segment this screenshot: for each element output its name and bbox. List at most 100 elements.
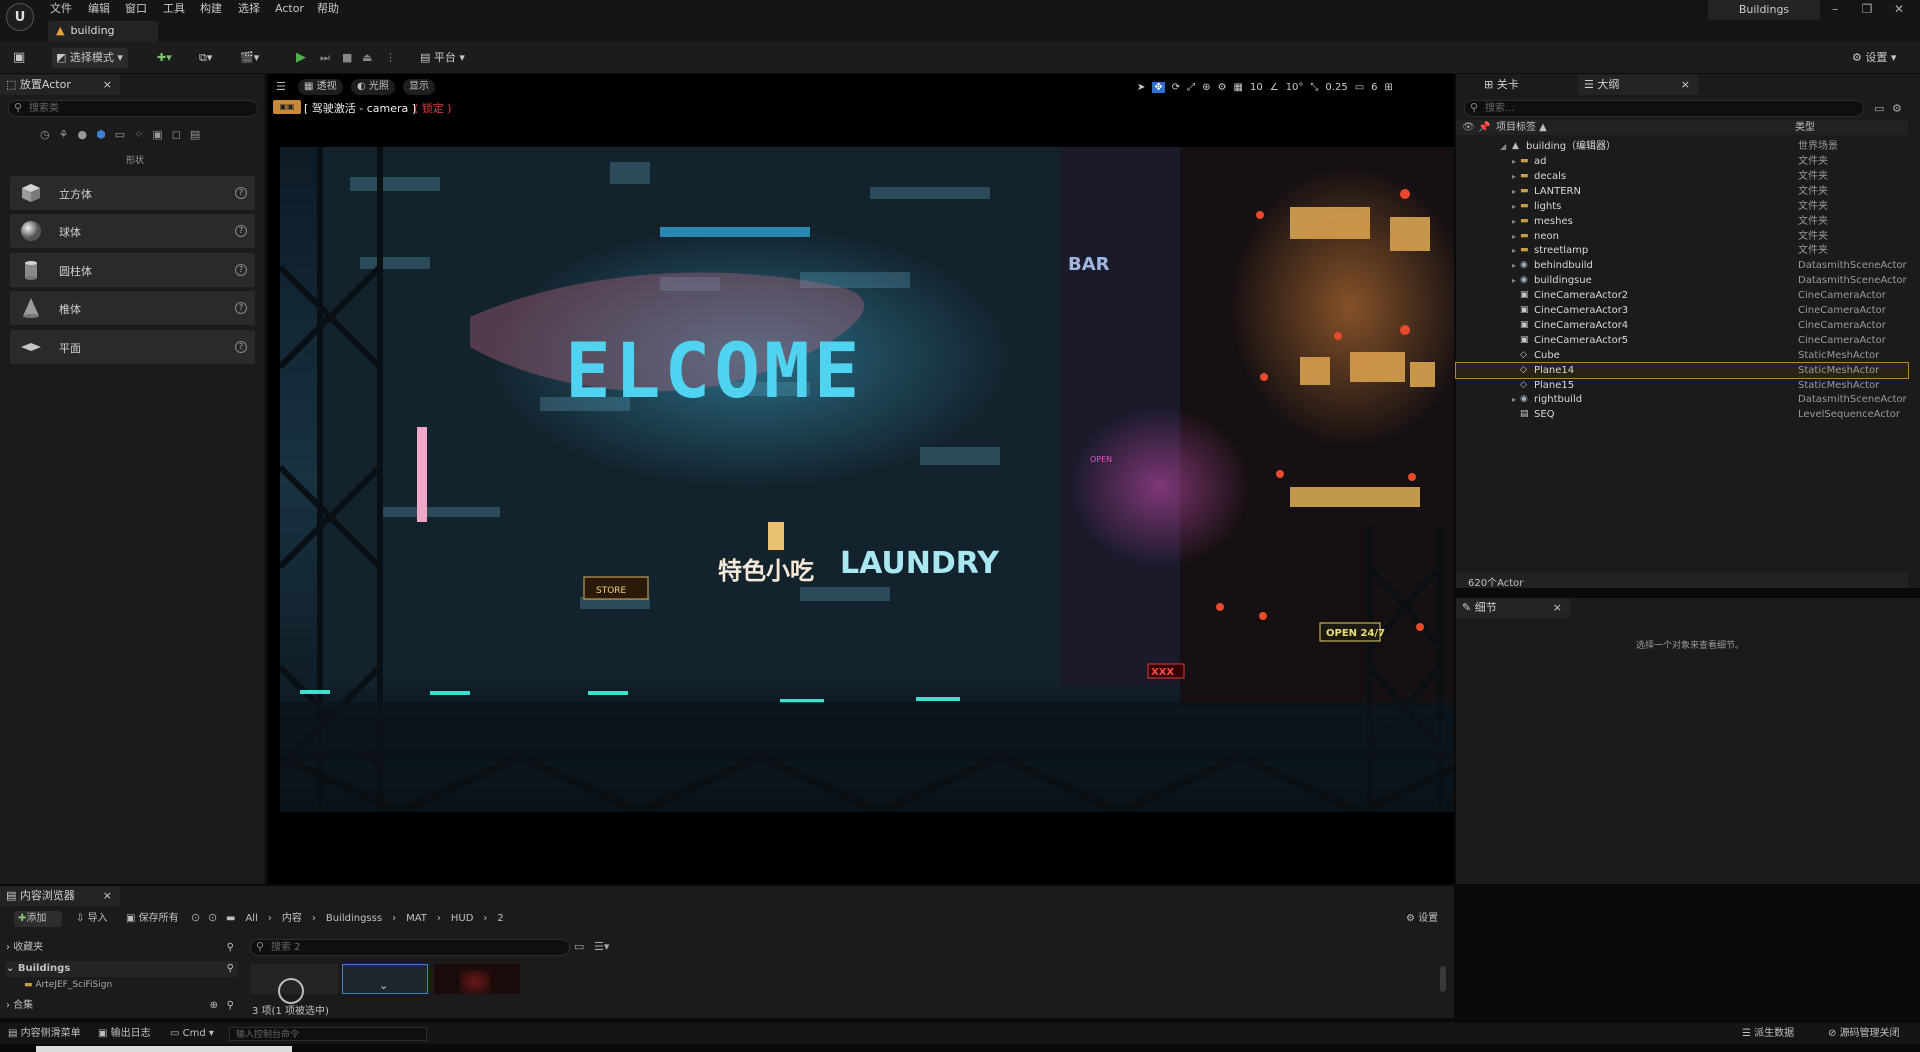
level-tab[interactable]: ▲ building: [48, 21, 158, 42]
move-tool-icon[interactable]: ✥: [1152, 82, 1165, 93]
outliner-row[interactable]: ◇ Plane14 StaticMeshActor: [1455, 361, 1909, 379]
breadcrumb-item[interactable]: 内容: [282, 911, 302, 927]
expand-arrow-icon[interactable]: ▸: [1512, 184, 1516, 199]
volumes-icon[interactable]: ▣: [152, 128, 162, 144]
minimize-icon[interactable]: –: [1826, 2, 1844, 18]
play-icon[interactable]: ▶: [296, 48, 306, 68]
outliner-row[interactable]: ▸ ◉ buildingsue DatasmithSceneActor: [1456, 273, 1908, 288]
shape-sphere[interactable]: 球体?: [10, 214, 255, 248]
menu-select[interactable]: 选择: [238, 0, 260, 18]
close-tab-icon[interactable]: ×: [1553, 598, 1562, 618]
content-settings-button[interactable]: ⚙ 设置: [1406, 911, 1438, 927]
pilot-locked[interactable]: ( 锁定 ): [414, 100, 452, 116]
camera-speed-icon[interactable]: ▭: [1355, 82, 1364, 93]
eject-icon[interactable]: ⏏: [362, 48, 372, 68]
close-window-icon[interactable]: ✕: [1890, 2, 1908, 18]
platform-dropdown[interactable]: ▤ 平台 ▾: [420, 48, 465, 68]
menu-tools[interactable]: 工具: [163, 0, 185, 18]
content-browser-tab[interactable]: ▤ 内容浏览器 ×: [0, 886, 120, 906]
outliner-settings-icon[interactable]: ⚙: [1892, 102, 1902, 115]
label-column-header[interactable]: 项目标签 ▲: [1496, 120, 1547, 135]
menu-file[interactable]: 文件: [50, 0, 72, 18]
outliner-search-input[interactable]: 搜索...: [1464, 100, 1864, 117]
all-classes-icon[interactable]: ◻: [172, 128, 181, 144]
pilot-camera-icon[interactable]: ▣▣: [273, 100, 301, 114]
asset-tile-selected[interactable]: ⌄: [342, 964, 428, 994]
menu-window[interactable]: 窗口: [125, 0, 147, 18]
search-icon[interactable]: ⚲: [227, 940, 234, 956]
grid-snap-icon[interactable]: ▦: [1234, 82, 1243, 93]
filter-icon[interactable]: ☰▾: [594, 940, 609, 953]
outliner-row[interactable]: ▣ CineCameraActor4 CineCameraActor: [1456, 318, 1908, 333]
breadcrumb-item[interactable]: MAT: [406, 911, 427, 927]
derived-data-button[interactable]: ☰ 派生数据: [1742, 1027, 1794, 1041]
outliner-row[interactable]: ▸ ◉ rightbuild DatasmithSceneActor: [1456, 392, 1908, 407]
settings-dropdown[interactable]: ⚙ 设置 ▾: [1852, 48, 1896, 68]
menu-edit[interactable]: 编辑: [88, 0, 110, 18]
world-space-icon[interactable]: ⊕: [1202, 82, 1210, 93]
visual-effects-icon[interactable]: ⁘: [134, 128, 143, 144]
asset-search-input[interactable]: 搜索 2: [250, 939, 570, 956]
viewport-scene-render[interactable]: ELCOME LAUNDRY 特色小吃 BAR OPEN 24/7 OPEN X…: [280, 147, 1454, 812]
place-actor-tab[interactable]: ⬚ 放置Actor ×: [0, 75, 120, 95]
help-icon[interactable]: ?: [235, 341, 247, 353]
cinematics-icon[interactable]: 🎬▾: [240, 48, 259, 68]
add-actor-icon[interactable]: ✚▾: [157, 48, 172, 68]
shape-plane[interactable]: 平面?: [10, 330, 255, 364]
stop-icon[interactable]: ■: [342, 48, 352, 68]
perspective-button[interactable]: ▦ 透视: [298, 79, 343, 95]
new-folder-icon[interactable]: ▭: [1874, 102, 1884, 115]
class-search-input[interactable]: 搜索类: [8, 100, 258, 117]
content-drawer-button[interactable]: ▤ 内容侧滑菜单: [8, 1027, 81, 1041]
add-collection-icon[interactable]: ⊕: [210, 998, 218, 1014]
help-icon[interactable]: ?: [235, 264, 247, 276]
output-log-button[interactable]: ▣ 输出日志: [98, 1027, 151, 1041]
menu-build[interactable]: 构建: [200, 0, 222, 18]
breadcrumb-item[interactable]: HUD: [451, 911, 474, 927]
blueprint-icon[interactable]: ⧉▾: [199, 48, 212, 68]
select-tool-icon[interactable]: ➤: [1137, 82, 1145, 93]
save-icon[interactable]: ▣: [13, 48, 25, 68]
maximize-viewport-icon[interactable]: ⊞: [1385, 82, 1393, 93]
cinematic-icon[interactable]: ▭: [115, 128, 125, 144]
outliner-tab[interactable]: ☰ 大纲 ×: [1578, 75, 1698, 95]
outliner-row[interactable]: ▸ ◉ behindbuild DatasmithSceneActor: [1456, 258, 1908, 273]
shapes-icon[interactable]: ⬢: [96, 128, 106, 144]
project-section[interactable]: ⌄ Buildings ⚲: [6, 961, 238, 977]
expand-arrow-icon[interactable]: ▸: [1512, 169, 1516, 184]
details-tab[interactable]: ✎ 细节 ×: [1456, 598, 1570, 618]
import-button[interactable]: ⇩ 导入: [76, 911, 108, 927]
camera-speed-value[interactable]: 6: [1371, 82, 1377, 93]
scale-tool-icon[interactable]: ⤢: [1187, 82, 1195, 93]
lights-icon[interactable]: ●: [77, 128, 87, 144]
help-icon[interactable]: ?: [235, 302, 247, 314]
expand-arrow-icon[interactable]: ▸: [1512, 273, 1516, 288]
outliner-row[interactable]: ▸ ▬ lights 文件夹: [1456, 199, 1908, 214]
rotate-tool-icon[interactable]: ⟳: [1172, 82, 1180, 93]
outliner-row[interactable]: ▸ ▬ decals 文件夹: [1456, 169, 1908, 184]
lit-button[interactable]: ◐ 光照: [351, 79, 395, 95]
expand-arrow-icon[interactable]: ▸: [1512, 258, 1516, 273]
outliner-root-row[interactable]: ◢ ▲ building（编辑器） 世界场景: [1456, 139, 1908, 154]
asset-tile[interactable]: [434, 964, 520, 994]
select-mode-dropdown[interactable]: ◩ 选择模式 ▾: [52, 48, 128, 68]
basic-icon[interactable]: ⚘: [59, 128, 69, 144]
outliner-row[interactable]: ▣ CineCameraActor2 CineCameraActor: [1456, 288, 1908, 303]
play-options-icon[interactable]: ⋮: [385, 48, 396, 68]
outliner-row[interactable]: ◇ Plane15 StaticMeshActor: [1456, 378, 1908, 393]
outliner-row[interactable]: ▸ ▬ LANTERN 文件夹: [1456, 184, 1908, 199]
outliner-row[interactable]: ▸ ▬ neon 文件夹: [1456, 229, 1908, 244]
collections-section[interactable]: › 合集 ⊕ ⚲: [6, 998, 238, 1014]
search-icon[interactable]: ⚲: [227, 998, 234, 1014]
help-icon[interactable]: ?: [235, 225, 247, 237]
breadcrumb-item[interactable]: Buildingsss: [326, 911, 382, 927]
history-back-icon[interactable]: ⊙: [191, 911, 200, 924]
rotation-snap-icon[interactable]: ∠: [1270, 82, 1279, 93]
asset-scrollbar[interactable]: [1440, 966, 1446, 992]
rotation-snap-value[interactable]: 10°: [1286, 82, 1304, 93]
breadcrumb-item[interactable]: 2: [497, 911, 503, 927]
expand-arrow-icon[interactable]: ▸: [1512, 392, 1516, 407]
shape-cylinder[interactable]: 圆柱体?: [10, 253, 255, 287]
menu-actor[interactable]: Actor: [275, 0, 304, 18]
step-icon[interactable]: ⏭: [320, 48, 330, 68]
